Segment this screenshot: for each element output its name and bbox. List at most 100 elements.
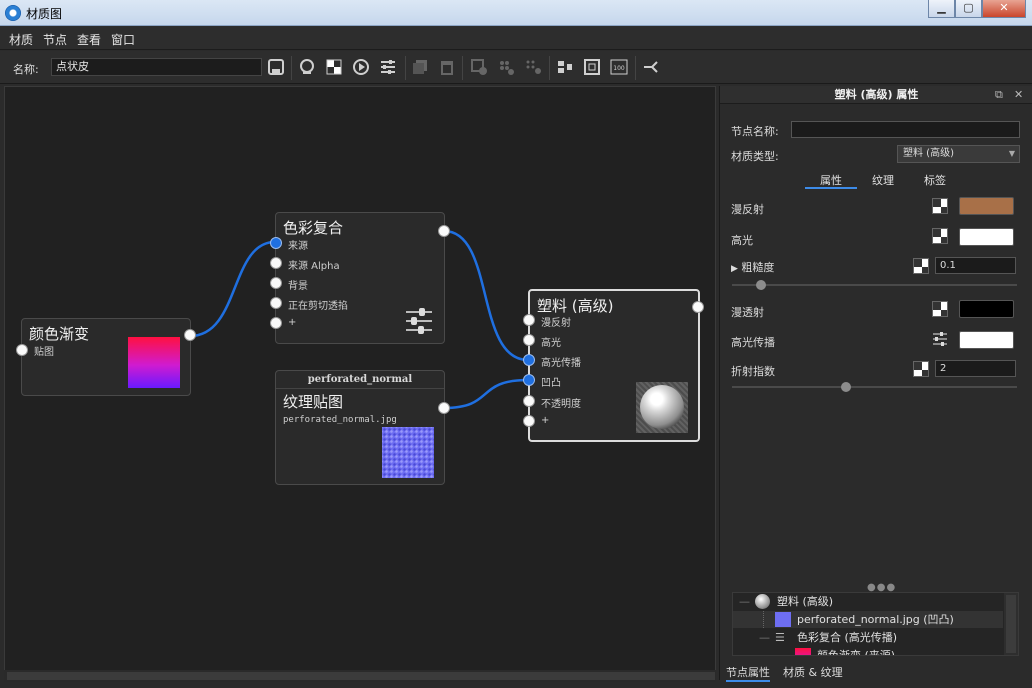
tree-scrollbar[interactable]	[1004, 593, 1018, 655]
horizontal-scrollbar[interactable]	[4, 670, 716, 682]
tree-item-label: perforated_normal.jpg (凹凸)	[797, 613, 954, 626]
float-panel-icon[interactable]: ⧉	[995, 86, 1003, 104]
port-add[interactable]	[523, 415, 535, 427]
port-label: 来源 Alpha	[288, 261, 340, 272]
tree-item[interactable]: — ☰ 色彩复合 (高光传播)	[733, 629, 1003, 646]
connect-icon[interactable]	[641, 58, 661, 78]
menu-node[interactable]: 节点	[43, 31, 67, 48]
layout-icon[interactable]	[555, 58, 575, 78]
port-clip[interactable]	[270, 297, 282, 309]
roughness-input[interactable]: 0.1	[935, 257, 1016, 274]
zoom-100-icon[interactable]: 100	[609, 58, 629, 78]
texture-toggle-icon[interactable]	[932, 228, 948, 244]
node-color-gradient[interactable]: 颜色渐变 贴图	[16, 318, 196, 396]
port-label: +	[541, 415, 550, 426]
menu-window[interactable]: 窗口	[111, 31, 135, 48]
slider-knob[interactable]	[755, 280, 766, 290]
transmission-label: 漫透射	[731, 306, 764, 319]
port-background[interactable]	[270, 277, 282, 289]
node-canvas[interactable]: 颜色渐变 贴图 色彩复合 来源 来源 Alpha 背景 正在剪切透掐 + per…	[4, 86, 716, 680]
texture-header: perforated_normal	[276, 371, 444, 389]
port-source[interactable]	[270, 237, 282, 249]
close-panel-icon[interactable]: ✕	[1014, 86, 1023, 104]
maximize-button[interactable]: ▢	[955, 0, 982, 18]
port-bump[interactable]	[523, 374, 535, 386]
add-node-icon[interactable]	[469, 58, 489, 78]
port-output[interactable]	[438, 402, 450, 414]
name-input[interactable]: 点状皮	[51, 58, 262, 76]
panel-title: 塑料 (高级) 属性 ⧉ ✕	[720, 86, 1032, 104]
chevron-down-icon: ▼	[1008, 149, 1015, 158]
spec-spread-color-swatch[interactable]	[959, 331, 1014, 349]
scatter-icon[interactable]	[523, 58, 543, 78]
port-output[interactable]	[692, 301, 704, 313]
tree-item[interactable]: perforated_normal.jpg (凹凸)	[733, 611, 1003, 628]
port-label: +	[288, 317, 297, 328]
sphere-icon	[755, 594, 770, 609]
node-name-input[interactable]	[791, 121, 1020, 138]
tab-node-properties[interactable]: 节点属性	[726, 664, 770, 682]
node-texture-map[interactable]: perforated_normal 纹理贴图 perforated_normal…	[275, 370, 450, 485]
properties-panel: 塑料 (高级) 属性 ⧉ ✕ 节点名称: 材质类型: 塑料 (高级) ▼ 属性 …	[719, 86, 1032, 682]
transmission-color-swatch[interactable]	[959, 300, 1014, 318]
port-add[interactable]	[270, 317, 282, 329]
tab-properties[interactable]: 属性	[805, 172, 857, 189]
menu-view[interactable]: 查看	[77, 31, 101, 48]
tab-tags[interactable]: 标签	[909, 172, 961, 189]
port-spec-spread[interactable]	[523, 354, 535, 366]
roughness-slider[interactable]	[732, 280, 1017, 290]
node-plastic-advanced[interactable]: 塑料 (高级) 漫反射 高光 高光传播 凹凸 不透明度 +	[523, 289, 704, 442]
group-icon[interactable]	[496, 58, 516, 78]
port-label: 不透明度	[541, 399, 581, 410]
tree-item[interactable]: 颜色渐变 (来源)	[733, 647, 1003, 655]
specular-color-swatch[interactable]	[959, 228, 1014, 246]
window-title: 材质图	[26, 7, 63, 21]
port-opacity[interactable]	[523, 395, 535, 407]
fit-view-icon[interactable]	[582, 58, 602, 78]
sliders-icon[interactable]	[378, 58, 398, 78]
diffuse-color-swatch[interactable]	[959, 197, 1014, 215]
port-source-alpha[interactable]	[270, 257, 282, 269]
texture-toggle-icon[interactable]	[913, 258, 929, 274]
texture-toggle-icon[interactable]	[913, 361, 929, 377]
panel-title-text: 塑料 (高级) 属性	[834, 88, 919, 101]
gradient-preview	[128, 337, 180, 388]
close-button[interactable]: ✕	[982, 0, 1026, 18]
port-map[interactable]	[16, 344, 28, 356]
node-color-composite[interactable]: 色彩复合 来源 来源 Alpha 背景 正在剪切透掐 +	[270, 212, 450, 344]
port-output[interactable]	[438, 225, 450, 237]
tree-item[interactable]: — 塑料 (高级)	[733, 593, 1003, 610]
node-tree[interactable]: — 塑料 (高级) perforated_normal.jpg (凹凸) — ☰…	[732, 592, 1019, 656]
save-icon[interactable]	[266, 58, 286, 78]
node-title: 色彩复合	[283, 219, 344, 237]
copy-icon[interactable]	[410, 58, 430, 78]
tab-texture[interactable]: 纹理	[857, 172, 909, 189]
material-type-label: 材质类型:	[731, 150, 779, 163]
roughness-label: ▶ 粗糙度	[731, 259, 774, 275]
sphere-preview-icon	[640, 385, 684, 429]
minimize-button[interactable]: ▁	[928, 0, 955, 18]
menu-material[interactable]: 材质	[9, 31, 33, 48]
slider-knob[interactable]	[841, 382, 851, 392]
port-specular[interactable]	[523, 334, 535, 346]
ior-slider[interactable]	[732, 382, 1017, 392]
port-diffuse[interactable]	[523, 314, 535, 326]
material-type-select[interactable]: 塑料 (高级) ▼	[897, 145, 1020, 163]
ior-input[interactable]: 2	[935, 360, 1016, 377]
play-icon[interactable]	[351, 58, 371, 78]
menu-bar: 材质 节点 查看 窗口	[0, 26, 1032, 50]
checker-icon[interactable]	[324, 58, 344, 78]
tab-material-texture[interactable]: 材质 & 纹理	[783, 664, 843, 680]
texture-toggle-icon[interactable]	[932, 301, 948, 317]
sphere-icon[interactable]	[297, 58, 317, 78]
app-icon	[5, 5, 21, 21]
expand-arrow-icon[interactable]: ▶	[731, 264, 738, 274]
specular-label: 高光	[731, 234, 753, 247]
material-preview	[636, 382, 688, 433]
ior-label: 折射指数	[731, 365, 775, 378]
texture-toggle-icon[interactable]	[932, 198, 948, 214]
texture-thumb-icon	[775, 612, 791, 627]
trash-icon[interactable]	[437, 58, 457, 78]
sliders-icon[interactable]	[932, 331, 948, 347]
port-output[interactable]	[184, 329, 196, 341]
